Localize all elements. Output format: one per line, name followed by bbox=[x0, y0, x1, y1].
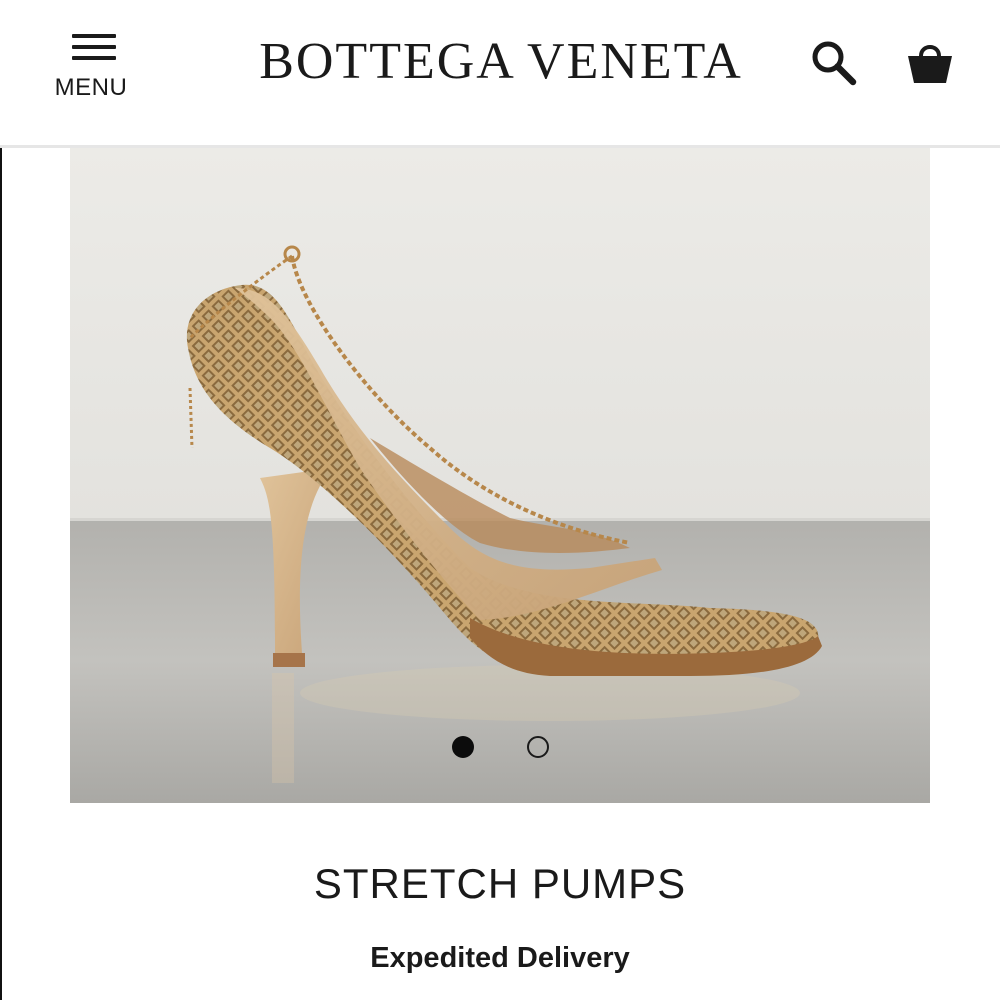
shopping-bag-icon bbox=[908, 45, 952, 83]
site-header: MENU BOTTEGA VENETA bbox=[0, 0, 1000, 148]
left-edge-border bbox=[0, 0, 2, 1000]
product-image bbox=[70, 148, 930, 803]
carousel-dots bbox=[450, 736, 560, 762]
carousel-dot-2[interactable] bbox=[527, 736, 549, 758]
carousel-dot-1[interactable] bbox=[452, 736, 474, 758]
menu-label: MENU bbox=[54, 74, 128, 101]
product-image-carousel[interactable] bbox=[70, 148, 930, 803]
menu-button[interactable]: MENU bbox=[50, 34, 132, 104]
shopping-bag-button[interactable] bbox=[904, 36, 956, 90]
search-button[interactable] bbox=[808, 38, 860, 88]
product-title: STRETCH PUMPS bbox=[313, 860, 687, 907]
hamburger-icon bbox=[72, 34, 116, 62]
search-icon bbox=[812, 41, 857, 86]
delivery-info: Expedited Delivery bbox=[370, 942, 630, 974]
brand-logo[interactable]: BOTTEGA VENETA bbox=[244, 34, 758, 90]
